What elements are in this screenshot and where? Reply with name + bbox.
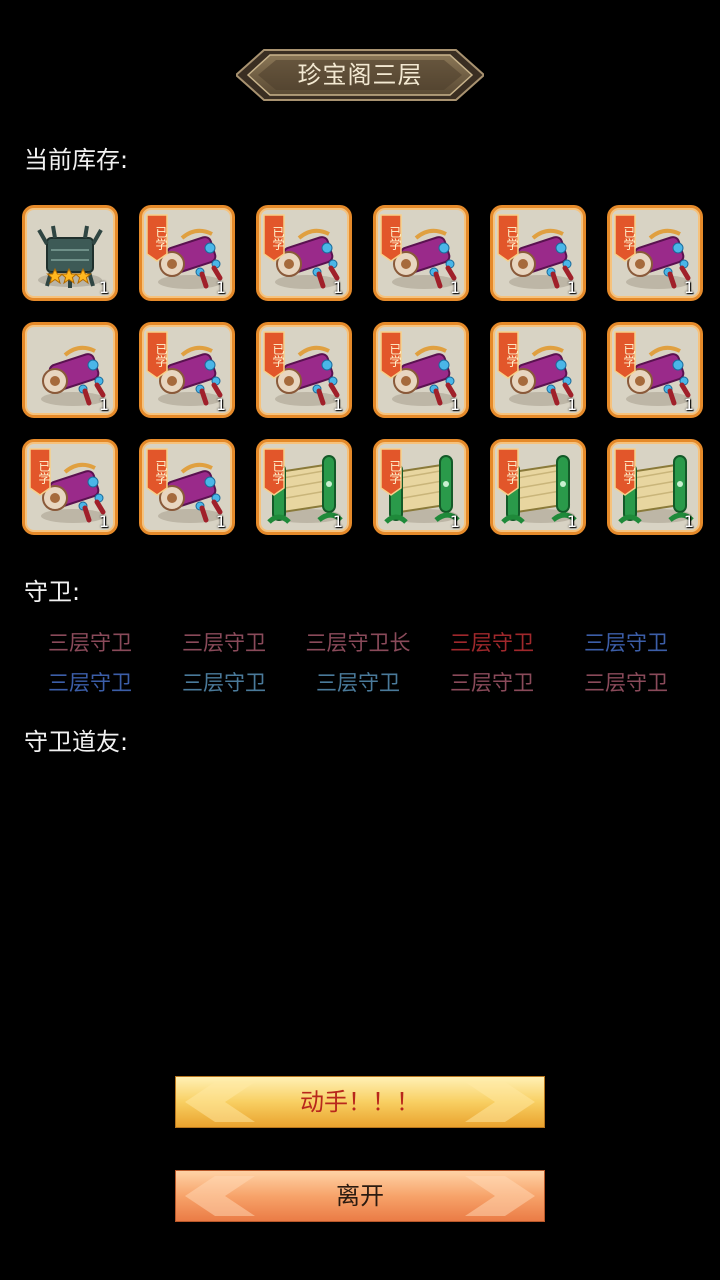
guard-entry[interactable]: 三层守卫	[559, 668, 693, 698]
guard-entry[interactable]: 三层守卫	[23, 628, 157, 658]
item-count: 1	[566, 278, 577, 297]
item-count: 1	[332, 395, 343, 414]
learned-tag-text: 已学	[154, 226, 168, 250]
item-count: 1	[683, 278, 694, 297]
item-count: 1	[215, 278, 226, 297]
learned-tag: 已学	[146, 214, 168, 262]
learned-tag: 已学	[263, 448, 285, 496]
attack-button[interactable]: 动手！！！	[175, 1076, 545, 1128]
learned-tag-text: 已学	[37, 460, 51, 484]
learned-tag-text: 已学	[505, 460, 519, 484]
item-count: 1	[332, 512, 343, 531]
inventory-slot[interactable]: 已学 1	[373, 205, 469, 301]
page-title: 珍宝阁三层	[297, 61, 423, 89]
guard-entry[interactable]: 三层守卫	[157, 668, 291, 698]
learned-tag: 已学	[380, 448, 402, 496]
learned-tag: 已学	[614, 448, 636, 496]
inventory-slot[interactable]: 已学 1	[256, 205, 352, 301]
inventory-slot[interactable]: 已学 1	[607, 205, 703, 301]
item-count: 1	[683, 395, 694, 414]
learned-tag: 已学	[29, 448, 51, 496]
inventory-slot[interactable]: 已学 1	[607, 439, 703, 535]
inventory-slot[interactable]: 已学 1	[373, 439, 469, 535]
learned-tag-text: 已学	[154, 343, 168, 367]
item-count: 1	[332, 278, 343, 297]
guard-ally-label: 守卫道友:	[24, 728, 129, 756]
learned-tag: 已学	[146, 331, 168, 379]
inventory-slot[interactable]: 已学 1	[490, 322, 586, 418]
leave-button[interactable]: 离开	[175, 1170, 545, 1222]
leave-button-label: 离开	[336, 1182, 384, 1210]
item-count: 1	[683, 512, 694, 531]
inventory-slot[interactable]: 已学 1	[490, 205, 586, 301]
guard-label: 守卫:	[24, 578, 81, 606]
inventory-slot[interactable]: 已学 1	[256, 439, 352, 535]
attack-button-label: 动手！！！	[300, 1088, 420, 1116]
item-count: 1	[98, 395, 109, 414]
item-count: 1	[98, 512, 109, 531]
learned-tag: 已学	[380, 214, 402, 262]
learned-tag: 已学	[263, 214, 285, 262]
learned-tag-text: 已学	[388, 226, 402, 250]
learned-tag: 已学	[614, 214, 636, 262]
item-count: 1	[566, 395, 577, 414]
title-plaque: 珍宝阁三层	[236, 46, 484, 104]
learned-tag-text: 已学	[154, 460, 168, 484]
learned-tag: 已学	[146, 448, 168, 496]
inventory-slot[interactable]: 已学 1	[139, 205, 235, 301]
item-count: 1	[449, 278, 460, 297]
learned-tag: 已学	[497, 331, 519, 379]
learned-tag-text: 已学	[622, 226, 636, 250]
learned-tag: 已学	[614, 331, 636, 379]
learned-tag-text: 已学	[271, 226, 285, 250]
inventory-slot[interactable]: 已学 1	[256, 322, 352, 418]
learned-tag-text: 已学	[388, 343, 402, 367]
inventory-slot[interactable]: 已学 1	[607, 322, 703, 418]
inventory-slot[interactable]: 已学 1	[22, 439, 118, 535]
learned-tag-text: 已学	[271, 343, 285, 367]
item-count: 1	[215, 512, 226, 531]
inventory-slot[interactable]: 已学 1	[139, 322, 235, 418]
inventory-slot[interactable]: 1	[22, 322, 118, 418]
inventory-slot[interactable]: 已学 1	[139, 439, 235, 535]
item-count: 1	[449, 512, 460, 531]
guard-entry[interactable]: 三层守卫	[157, 628, 291, 658]
learned-tag-text: 已学	[622, 460, 636, 484]
learned-tag-text: 已学	[271, 460, 285, 484]
inventory-slot[interactable]: 1	[22, 205, 118, 301]
guard-entry[interactable]: 三层守卫	[23, 668, 157, 698]
learned-tag: 已学	[497, 448, 519, 496]
inventory-label: 当前库存:	[24, 146, 129, 174]
game-screen: 珍宝阁三层 当前库存: 1 已学 1 已学 1 已学 1 已学 1 已学 1 1 已学 1 已学 1 已学 1 已学…	[0, 0, 720, 1280]
inventory-slot[interactable]: 已学 1	[373, 322, 469, 418]
learned-tag-text: 已学	[622, 343, 636, 367]
item-count: 1	[566, 512, 577, 531]
guard-entry[interactable]: 三层守卫长	[291, 628, 425, 658]
item-count: 1	[449, 395, 460, 414]
guard-entry[interactable]: 三层守卫	[559, 628, 693, 658]
learned-tag: 已学	[380, 331, 402, 379]
learned-tag: 已学	[497, 214, 519, 262]
learned-tag: 已学	[263, 331, 285, 379]
learned-tag-text: 已学	[388, 460, 402, 484]
item-count: 1	[215, 395, 226, 414]
learned-tag-text: 已学	[505, 226, 519, 250]
learned-tag-text: 已学	[505, 343, 519, 367]
item-count: 1	[98, 278, 109, 297]
inventory-slot[interactable]: 已学 1	[490, 439, 586, 535]
guard-entry[interactable]: 三层守卫	[425, 668, 559, 698]
guard-entry[interactable]: 三层守卫	[291, 668, 425, 698]
guard-entry[interactable]: 三层守卫	[425, 628, 559, 658]
